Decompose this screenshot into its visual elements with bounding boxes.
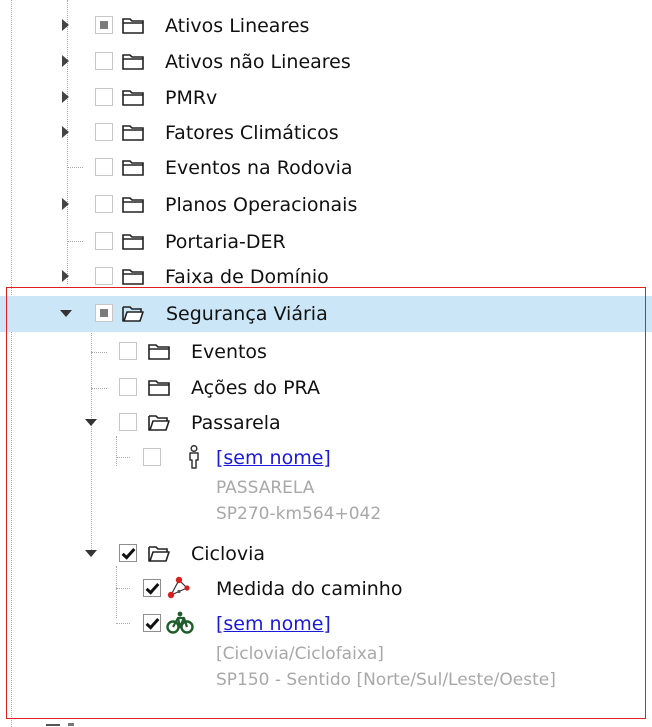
feature-detail: SP270-km564+042 [216, 504, 382, 524]
path-measure-icon [167, 576, 190, 599]
tree-item-passarela[interactable]: Passarela [0, 405, 652, 441]
tree-item-label: PMRv [165, 87, 218, 109]
layer-checkbox[interactable] [95, 195, 113, 213]
tree-item-label: Passarela [191, 412, 281, 434]
folder-closed-icon [148, 380, 170, 396]
tree-item-label: Ativos não Lineares [165, 51, 351, 73]
layer-checkbox[interactable] [95, 123, 113, 141]
collapse-arrow-icon[interactable] [60, 310, 72, 317]
feature-detail: SP150 - Sentido [Norte/Sul/Leste/Oeste] [216, 670, 556, 690]
tree-item-planos-operacionais[interactable]: Planos Operacionais [0, 187, 652, 223]
tree-item-eventos[interactable]: Eventos [0, 334, 652, 370]
feature-detail: [Ciclovia/Ciclofaixa] [216, 644, 384, 664]
tree-item-ciclovia[interactable]: Ciclovia [0, 536, 652, 572]
layer-checkbox[interactable] [119, 413, 137, 431]
tree-item-medida-do-caminho[interactable]: Medida do caminho [0, 571, 652, 607]
tree-item-label: Eventos [191, 341, 267, 363]
tree-item-label: Eventos na Rodovia [165, 157, 353, 179]
expand-arrow-icon[interactable] [62, 19, 69, 31]
layer-checkbox[interactable] [119, 544, 137, 562]
folder-open-icon [122, 306, 144, 322]
folder-closed-icon [122, 269, 144, 285]
feature-link[interactable]: [sem nome] [216, 447, 331, 469]
tree-item-label: Ações do PRA [191, 377, 320, 399]
pedestrian-icon [189, 445, 199, 469]
tree-item-ciclovia-feature[interactable]: [sem nome] [Ciclovia/Ciclofaixa] SP150 -… [0, 606, 652, 706]
layer-checkbox[interactable] [143, 448, 161, 466]
tree-item-label: Fatores Climáticos [165, 122, 339, 144]
expand-arrow-icon[interactable] [62, 126, 69, 138]
tree-item-label: Ciclovia [191, 543, 266, 565]
layer-checkbox[interactable] [95, 88, 113, 106]
tree-item-label: Faixa de Domínio [165, 266, 329, 288]
collapse-arrow-icon[interactable] [85, 550, 97, 557]
tree-item-label: Planos Operacionais [165, 194, 358, 216]
expand-arrow-icon[interactable] [62, 198, 69, 210]
folder-closed-icon [122, 54, 144, 70]
tree-item-passarela-feature[interactable]: [sem nome] PASSARELA SP270-km564+042 [0, 440, 652, 530]
tree-item-eventos-na-rodovia[interactable]: Eventos na Rodovia [0, 150, 652, 186]
expand-arrow-icon[interactable] [62, 55, 69, 67]
layer-tree: Ativos Lineares Ativos não Lineares PMRv… [0, 0, 652, 727]
tree-item-label: Medida do caminho [216, 578, 403, 600]
layer-checkbox[interactable] [95, 158, 113, 176]
layer-checkbox[interactable] [95, 232, 113, 250]
bicycle-icon [166, 611, 194, 634]
folder-closed-icon [122, 234, 144, 250]
folder-open-icon [148, 415, 170, 431]
layer-checkbox[interactable] [143, 614, 161, 632]
tree-item-pmrv[interactable]: PMRv [0, 80, 652, 116]
folder-closed-icon [148, 344, 170, 360]
folder-closed-icon [122, 90, 144, 106]
tree-item-ativos-nao-lineares[interactable]: Ativos não Lineares [0, 44, 652, 80]
folder-closed-icon [122, 125, 144, 141]
layer-checkbox[interactable] [95, 267, 113, 285]
tree-item-ativos-lineares[interactable]: Ativos Lineares [0, 8, 652, 44]
tree-item-label: Segurança Viária [166, 303, 328, 325]
next-tree-item-partial [46, 718, 86, 727]
feature-detail: PASSARELA [216, 478, 315, 498]
folder-closed-icon [122, 160, 144, 176]
folder-closed-icon [122, 18, 144, 34]
expand-arrow-icon[interactable] [62, 91, 69, 103]
collapse-arrow-icon[interactable] [85, 419, 97, 426]
folder-open-icon [148, 546, 170, 562]
tree-item-acoes-do-pra[interactable]: Ações do PRA [0, 370, 652, 406]
layer-checkbox[interactable] [95, 52, 113, 70]
tree-item-faixa-de-dominio[interactable]: Faixa de Domínio [0, 259, 652, 295]
layer-checkbox[interactable] [119, 342, 137, 360]
tree-item-label: Ativos Lineares [165, 15, 310, 37]
expand-arrow-icon[interactable] [62, 270, 69, 282]
layer-checkbox[interactable] [95, 16, 113, 34]
layer-checkbox[interactable] [95, 304, 113, 322]
layer-checkbox[interactable] [119, 378, 137, 396]
folder-closed-icon [122, 197, 144, 213]
layer-checkbox[interactable] [143, 579, 161, 597]
feature-link[interactable]: [sem nome] [216, 613, 331, 635]
tree-item-portaria-der[interactable]: Portaria-DER [0, 224, 652, 260]
tree-item-label: Portaria-DER [165, 231, 286, 253]
tree-item-seguranca-viaria[interactable]: Segurança Viária [0, 296, 652, 332]
tree-item-fatores-climaticos[interactable]: Fatores Climáticos [0, 115, 652, 151]
